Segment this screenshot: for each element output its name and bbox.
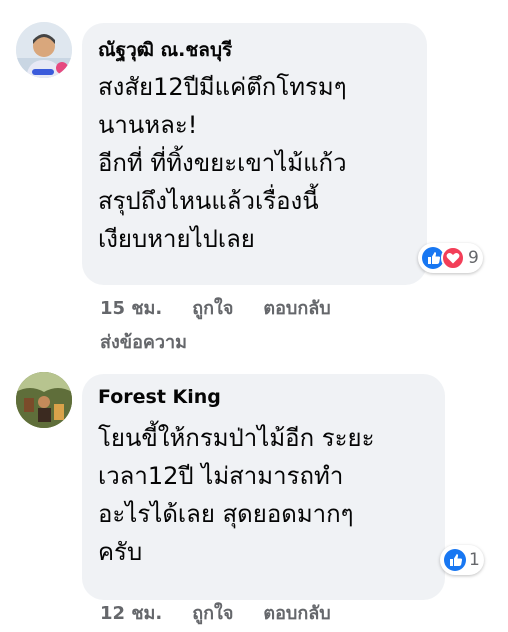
reply-link[interactable]: ตอบกลับ <box>263 603 330 624</box>
comment-2: Forest King โยนขี้ให้กรมป่าไม้อีก ระยะ เ… <box>0 360 508 632</box>
like-link[interactable]: ถูกใจ <box>192 298 233 319</box>
comment-actions: 15 ชม. ถูกใจ ตอบกลับ <box>100 293 361 322</box>
comment-1: ณัฐวุฒิ ณ.ชลบุรี สงสัย12ปีมีแค่ตึกโทรมๆ … <box>0 0 508 360</box>
comment-author[interactable]: ณัฐวุฒิ ณ.ชลบุรี <box>98 35 232 65</box>
like-link[interactable]: ถูกใจ <box>192 603 233 624</box>
avatar[interactable] <box>16 372 72 428</box>
comment-text-line: ครับ <box>98 538 143 566</box>
reaction-summary[interactable]: 9 <box>418 243 483 273</box>
comment-text-line: สรุปถึงไหนแล้วเรื่องนี้ <box>98 187 319 215</box>
comment-text-line: เงียบหายไปเลย <box>98 225 255 253</box>
comment-time[interactable]: 12 ชม. <box>100 603 162 624</box>
reaction-count: 9 <box>468 248 479 268</box>
send-message-link[interactable]: ส่งข้อความ <box>100 327 187 356</box>
comment-text-line: โยนขี้ให้กรมป่าไม้อีก ระยะ <box>98 424 375 452</box>
comment-author[interactable]: Forest King <box>98 386 221 408</box>
comment-text-line: สงสัย12ปีมีแค่ตึกโทรมๆ <box>98 73 347 101</box>
comment-text-line: นานหละ! <box>98 111 198 139</box>
comment-text-line: อะไรได้เลย สุดยอดมากๆ <box>98 500 354 528</box>
comment-text-line: อีกที่ ที่ทิ้งขยะเขาไม้แก้ว <box>98 149 347 177</box>
love-icon <box>441 246 465 270</box>
comment-time[interactable]: 15 ชม. <box>100 298 162 319</box>
reaction-count: 1 <box>469 550 480 570</box>
like-icon <box>444 549 466 571</box>
comment-actions: 12 ชม. ถูกใจ ตอบกลับ <box>100 598 361 627</box>
reply-link[interactable]: ตอบกลับ <box>263 298 330 319</box>
avatar[interactable] <box>16 22 72 78</box>
comment-text-line: เวลา12ปี ไม่สามารถทำ <box>98 462 344 490</box>
comment-bubble: Forest King โยนขี้ให้กรมป่าไม้อีก ระยะ เ… <box>82 374 445 600</box>
comment-bubble: ณัฐวุฒิ ณ.ชลบุรี สงสัย12ปีมีแค่ตึกโทรมๆ … <box>82 23 427 285</box>
reaction-summary[interactable]: 1 <box>440 545 484 575</box>
